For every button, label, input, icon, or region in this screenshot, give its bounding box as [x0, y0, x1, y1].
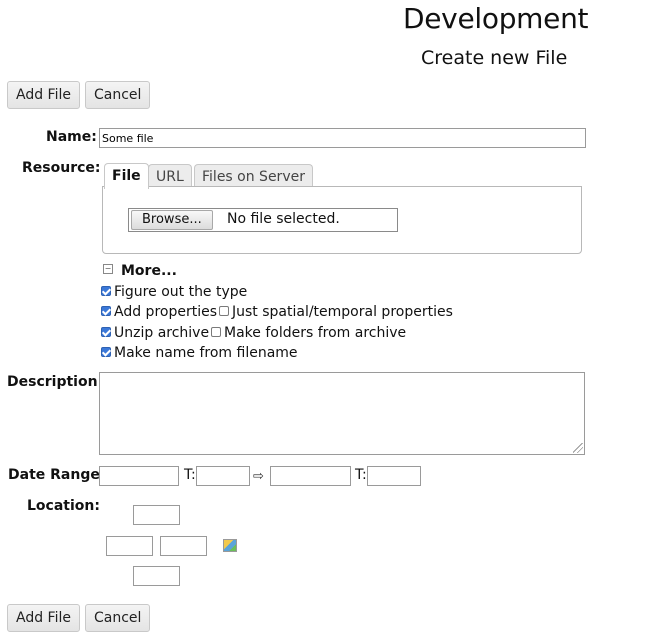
add-properties-checkbox[interactable]	[101, 306, 111, 316]
location-south-input[interactable]	[133, 566, 180, 586]
spatial-only-label: Just spatial/temporal properties	[232, 304, 453, 320]
figure-type-label: Figure out the type	[114, 284, 248, 300]
name-input[interactable]	[99, 128, 586, 148]
add-file-button-bottom[interactable]: Add File	[7, 604, 80, 632]
unzip-label: Unzip archive	[114, 325, 210, 341]
from-date-input[interactable]	[99, 466, 179, 486]
unzip-checkbox[interactable]	[101, 327, 111, 337]
right-arrow-icon: ⇨	[253, 469, 264, 484]
option-add-properties[interactable]: Add properties	[101, 304, 217, 320]
add-properties-label: Add properties	[114, 304, 217, 320]
map-icon[interactable]	[223, 539, 237, 552]
option-spatial-only[interactable]: Just spatial/temporal properties	[219, 304, 453, 320]
date-range-label: Date Range:	[8, 467, 106, 483]
cancel-button-top[interactable]: Cancel	[85, 81, 151, 109]
tab-url[interactable]: URL	[148, 164, 192, 188]
tab-files-on-server[interactable]: Files on Server	[194, 164, 313, 188]
location-west-input[interactable]	[106, 536, 153, 556]
file-upload-field[interactable]: Browse... No file selected.	[128, 208, 398, 232]
page-subtitle: Create new File	[421, 47, 568, 69]
page-title: Development	[403, 2, 589, 35]
name-from-filename-label: Make name from filename	[114, 345, 298, 361]
cancel-button-bottom[interactable]: Cancel	[85, 604, 151, 632]
option-figure-type[interactable]: Figure out the type	[101, 284, 247, 300]
to-time-input[interactable]	[367, 466, 421, 486]
figure-type-checkbox[interactable]	[101, 286, 111, 296]
spatial-only-checkbox[interactable]	[219, 306, 229, 316]
name-from-filename-checkbox[interactable]	[101, 347, 111, 357]
option-unzip[interactable]: Unzip archive	[101, 325, 209, 341]
more-label: More...	[121, 263, 177, 279]
tab-file[interactable]: File	[104, 163, 149, 189]
add-file-button-top[interactable]: Add File	[7, 81, 80, 109]
from-time-input[interactable]	[196, 466, 250, 486]
minus-box-icon: −	[103, 264, 113, 274]
more-toggle[interactable]: − More...	[103, 263, 177, 279]
location-north-input[interactable]	[133, 505, 180, 525]
resource-label: Resource:	[22, 160, 101, 176]
make-folders-label: Make folders from archive	[224, 325, 407, 341]
from-time-label: T:	[184, 467, 196, 483]
browse-button[interactable]: Browse...	[131, 210, 213, 230]
option-name-from-filename[interactable]: Make name from filename	[101, 345, 298, 361]
description-label: Description:	[7, 374, 104, 390]
location-east-input[interactable]	[160, 536, 207, 556]
file-status: No file selected.	[227, 211, 340, 227]
resize-grip-icon[interactable]	[573, 443, 583, 453]
name-label: Name:	[46, 129, 97, 145]
to-time-label: T:	[355, 467, 367, 483]
to-date-input[interactable]	[270, 466, 351, 486]
option-make-folders[interactable]: Make folders from archive	[211, 325, 406, 341]
description-textarea[interactable]	[99, 372, 585, 455]
location-label: Location:	[27, 498, 100, 514]
make-folders-checkbox[interactable]	[211, 327, 221, 337]
